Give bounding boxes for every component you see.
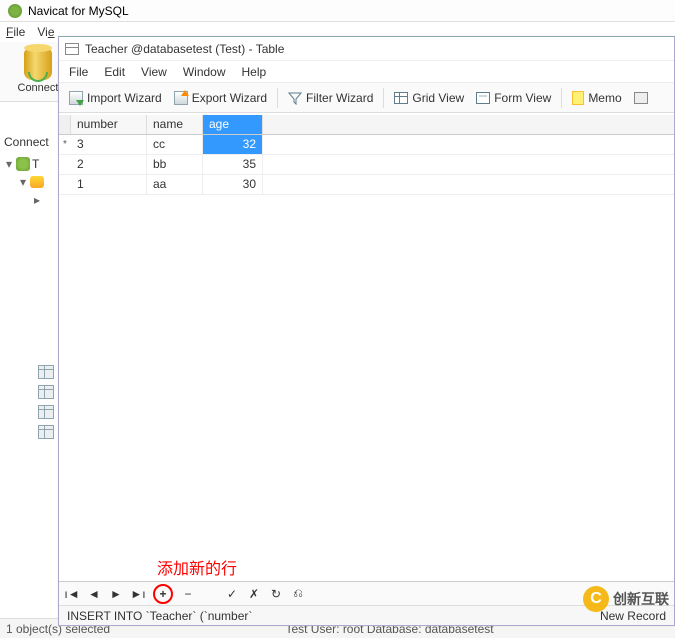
watermark-icon: C bbox=[583, 586, 609, 612]
row-marker bbox=[59, 155, 71, 174]
table-row[interactable]: 2bb35 bbox=[59, 155, 674, 175]
child-title: Teacher @databasetest (Test) - Table bbox=[85, 42, 284, 56]
table-row[interactable]: 1aa30 bbox=[59, 175, 674, 195]
nav-first-button[interactable]: ı◄ bbox=[65, 587, 79, 601]
connection-icon bbox=[24, 48, 52, 80]
refresh-button[interactable]: ↻ bbox=[269, 587, 283, 601]
connection-icon bbox=[16, 157, 30, 171]
events-icon[interactable] bbox=[38, 425, 54, 439]
data-grid[interactable]: number name age *3cc322bb351aa30 bbox=[59, 115, 674, 581]
col-header-name[interactable]: name bbox=[147, 115, 203, 134]
menu-file[interactable]: File bbox=[6, 25, 25, 39]
import-wizard-button[interactable]: Import Wizard bbox=[65, 89, 166, 107]
status-sql: INSERT INTO `Teacher` (`number` bbox=[67, 609, 252, 623]
nav-last-button[interactable]: ►ı bbox=[131, 587, 145, 601]
menu-view[interactable]: Vie bbox=[37, 25, 54, 39]
tables-icon[interactable] bbox=[38, 365, 54, 379]
form-icon bbox=[476, 92, 490, 104]
watermark-text: 创新互联 bbox=[613, 589, 669, 609]
extra-icon bbox=[634, 92, 648, 104]
child-menu-window[interactable]: Window bbox=[183, 65, 226, 79]
grid-icon bbox=[394, 92, 408, 104]
col-header-age[interactable]: age bbox=[203, 115, 263, 134]
nav-prev-button[interactable]: ◄ bbox=[87, 587, 101, 601]
app-logo-icon bbox=[8, 4, 22, 18]
child-menu-view[interactable]: View bbox=[141, 65, 167, 79]
cancel-button[interactable]: ✗ bbox=[247, 587, 261, 601]
filter-icon bbox=[288, 91, 302, 105]
plus-icon: + bbox=[156, 587, 170, 601]
child-titlebar[interactable]: Teacher @databasetest (Test) - Table bbox=[59, 37, 674, 61]
main-title: Navicat for MySQL bbox=[28, 4, 129, 18]
cell-number[interactable]: 2 bbox=[71, 155, 147, 174]
connection-label: Connect bbox=[18, 82, 59, 94]
nav-next-button[interactable]: ► bbox=[109, 587, 123, 601]
memo-button[interactable]: Memo bbox=[568, 89, 625, 107]
child-menu-help[interactable]: Help bbox=[242, 65, 267, 79]
watermark: C 创新互联 bbox=[583, 586, 669, 612]
memo-icon bbox=[572, 91, 584, 105]
table-row[interactable]: *3cc32 bbox=[59, 135, 674, 155]
table-icon bbox=[65, 43, 79, 55]
chevron-down-icon[interactable]: ▾ bbox=[18, 175, 28, 189]
child-statusbar: INSERT INTO `Teacher` (`number` New Reco… bbox=[59, 605, 674, 625]
child-menubar: File Edit View Window Help bbox=[59, 61, 674, 83]
form-view-button[interactable]: Form View bbox=[472, 89, 555, 107]
child-toolbar: Import Wizard Export Wizard Filter Wizar… bbox=[59, 83, 674, 113]
row-marker bbox=[59, 175, 71, 194]
table-window: Teacher @databasetest (Test) - Table Fil… bbox=[58, 36, 675, 626]
cell-name[interactable]: bb bbox=[147, 155, 203, 174]
cell-age[interactable]: 32 bbox=[203, 135, 263, 154]
extra-button[interactable] bbox=[630, 90, 652, 106]
post-button[interactable]: ✓ bbox=[225, 587, 239, 601]
chevron-right-icon[interactable]: ▸ bbox=[32, 193, 42, 207]
cell-name[interactable]: aa bbox=[147, 175, 203, 194]
export-wizard-button[interactable]: Export Wizard bbox=[170, 89, 271, 107]
database-icon bbox=[30, 176, 44, 188]
delete-record-button[interactable]: − bbox=[181, 587, 195, 601]
col-header-number[interactable]: number bbox=[71, 115, 147, 134]
cell-name[interactable]: cc bbox=[147, 135, 203, 154]
grid-header: number name age bbox=[59, 115, 674, 135]
functions-icon[interactable] bbox=[38, 405, 54, 419]
import-icon bbox=[69, 91, 83, 105]
annotation-text: 添加新的行 bbox=[157, 555, 237, 579]
views-icon[interactable] bbox=[38, 385, 54, 399]
row-marker: * bbox=[59, 135, 71, 154]
cell-number[interactable]: 3 bbox=[71, 135, 147, 154]
add-record-button[interactable]: + bbox=[153, 584, 173, 604]
cell-age[interactable]: 35 bbox=[203, 155, 263, 174]
undo-button[interactable]: ⎌ bbox=[291, 587, 305, 601]
child-menu-edit[interactable]: Edit bbox=[104, 65, 125, 79]
cell-age[interactable]: 30 bbox=[203, 175, 263, 194]
grid-view-button[interactable]: Grid View bbox=[390, 89, 468, 107]
chevron-down-icon[interactable]: ▾ bbox=[4, 157, 14, 171]
record-navigator: ı◄ ◄ ► ►ı + − ✎ ✓ ✗ ↻ ⎌ bbox=[59, 581, 674, 605]
export-icon bbox=[174, 91, 188, 105]
sidebar-label: Connect bbox=[4, 135, 49, 149]
child-menu-file[interactable]: File bbox=[69, 65, 88, 79]
tree-node-label[interactable]: T bbox=[32, 157, 39, 171]
filter-wizard-button[interactable]: Filter Wizard bbox=[284, 89, 377, 107]
main-titlebar: Navicat for MySQL bbox=[0, 0, 675, 22]
object-icons bbox=[38, 365, 54, 439]
cell-number[interactable]: 1 bbox=[71, 175, 147, 194]
